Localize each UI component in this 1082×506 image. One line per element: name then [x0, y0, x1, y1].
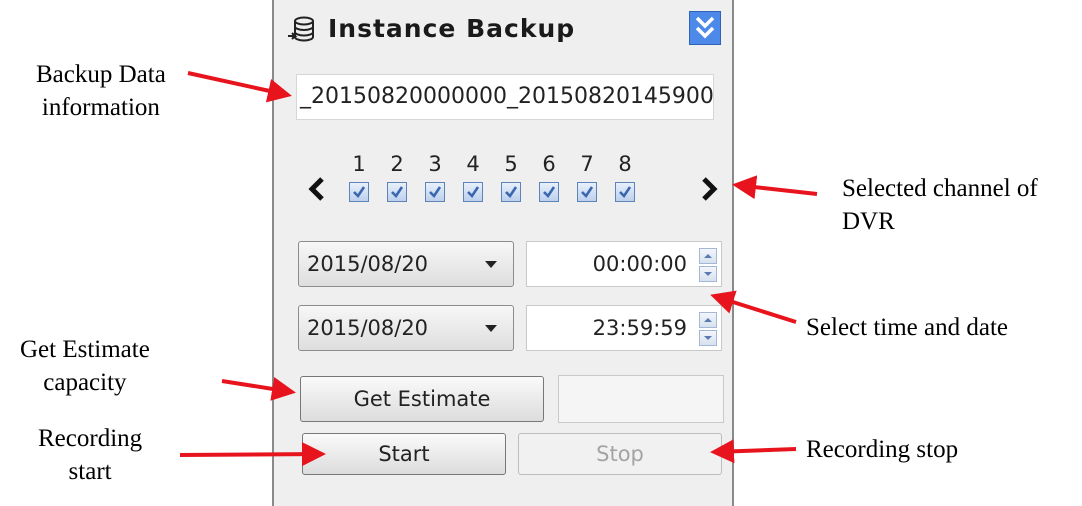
arrow-estimate — [221, 377, 296, 401]
arrow-channel — [732, 175, 818, 200]
arrow-recording-stop — [710, 439, 797, 464]
arrow-backup-info — [187, 71, 292, 103]
arrow-time-date — [710, 290, 797, 324]
arrow-recording-start — [179, 442, 326, 467]
annotation-arrows — [179, 71, 818, 467]
